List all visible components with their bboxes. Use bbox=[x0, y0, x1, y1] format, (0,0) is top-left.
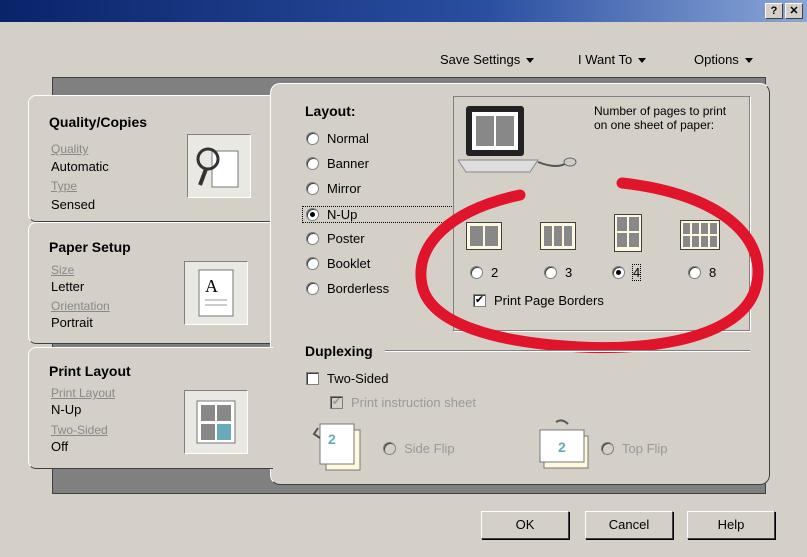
three-up-icon bbox=[540, 222, 576, 250]
ok-button[interactable]: OK bbox=[481, 511, 569, 539]
cancel-button[interactable]: Cancel bbox=[585, 511, 673, 539]
radio-circle[interactable] bbox=[601, 442, 614, 455]
radio-circle[interactable] bbox=[306, 208, 319, 221]
layout-option-poster[interactable]: Poster bbox=[306, 231, 365, 246]
radio-circle[interactable] bbox=[306, 157, 319, 170]
radio-circle[interactable] bbox=[306, 282, 319, 295]
layout-option-label: Borderless bbox=[327, 281, 390, 296]
orientation-label: Orientation bbox=[51, 299, 110, 313]
layout-option-label: Booklet bbox=[327, 256, 371, 271]
checkbox-box[interactable]: ✔ bbox=[473, 294, 486, 307]
svg-text:A: A bbox=[205, 276, 218, 296]
title-bar: ? ✕ bbox=[0, 0, 807, 22]
layout-option-mirror[interactable]: Mirror bbox=[306, 181, 361, 196]
radio-circle[interactable] bbox=[383, 442, 396, 455]
i-want-to-label: I Want To bbox=[578, 52, 633, 67]
instruction-sheet-label: Print instruction sheet bbox=[351, 395, 477, 410]
chevron-down-icon bbox=[744, 58, 753, 64]
print-borders-label: Print Page Borders bbox=[494, 293, 604, 308]
layout-option-normal[interactable]: Normal bbox=[306, 131, 369, 146]
nup-option-label: 8 bbox=[709, 265, 717, 280]
save-settings-label: Save Settings bbox=[440, 52, 521, 67]
side-flip-label: Side Flip bbox=[404, 441, 455, 456]
layout-option-booklet[interactable]: Booklet bbox=[306, 256, 370, 271]
radio-circle[interactable] bbox=[306, 132, 319, 145]
nup-option-label: 2 bbox=[491, 265, 499, 280]
chevron-down-icon bbox=[526, 58, 535, 64]
nup-option-4[interactable]: 4 bbox=[612, 264, 642, 281]
two-sided-label: Two-Sided bbox=[51, 423, 108, 437]
size-label: Size bbox=[51, 263, 75, 277]
tab-title: Paper Setup bbox=[49, 239, 131, 255]
save-settings-menu[interactable]: Save Settings bbox=[440, 52, 535, 67]
layout-option-label: Poster bbox=[327, 231, 365, 246]
two-up-icon bbox=[466, 222, 502, 250]
i-want-to-menu[interactable]: I Want To bbox=[578, 52, 647, 67]
type-label: Type bbox=[51, 179, 78, 193]
nup-option-label: 3 bbox=[565, 265, 573, 280]
print-layout-label: Print Layout bbox=[51, 386, 116, 400]
svg-text:2: 2 bbox=[328, 431, 336, 447]
close-icon[interactable]: ✕ bbox=[785, 3, 803, 19]
radio-circle[interactable] bbox=[544, 266, 557, 279]
orientation-value: Portrait bbox=[51, 315, 93, 330]
options-menu[interactable]: Options bbox=[694, 52, 753, 67]
print-borders-checkbox[interactable]: ✔ Print Page Borders bbox=[473, 293, 604, 308]
magnifier-icon bbox=[187, 134, 251, 198]
duplexing-heading: Duplexing bbox=[305, 343, 373, 359]
quality-value: Automatic bbox=[51, 159, 109, 174]
instruction-sheet-checkbox[interactable]: ✔ Print instruction sheet bbox=[330, 395, 476, 410]
tab-paper-setup[interactable]: Paper Setup Size Letter Orientation Port… bbox=[28, 222, 274, 344]
layout-heading: Layout: bbox=[305, 103, 356, 119]
print-layout-value: N-Up bbox=[51, 402, 82, 417]
radio-circle[interactable] bbox=[306, 257, 319, 270]
layout-option-banner[interactable]: Banner bbox=[306, 156, 369, 171]
duplex-divider bbox=[385, 350, 750, 352]
quality-label: Quality bbox=[51, 142, 89, 156]
side-flip-icon: 2 bbox=[312, 418, 372, 474]
eight-up-icon bbox=[680, 220, 720, 250]
help-title-button[interactable]: ? bbox=[765, 3, 783, 19]
layout-option-borderless[interactable]: Borderless bbox=[306, 281, 389, 296]
layout-option-label: Mirror bbox=[327, 181, 361, 196]
document-icon: A bbox=[184, 261, 248, 325]
nup-option-3[interactable]: 3 bbox=[544, 265, 572, 280]
chevron-down-icon bbox=[638, 58, 647, 64]
nup-option-2[interactable]: 2 bbox=[470, 265, 498, 280]
svg-text:2: 2 bbox=[558, 439, 566, 455]
top-flip-radio[interactable]: Top Flip bbox=[601, 441, 668, 456]
nup-layout-icon bbox=[184, 390, 248, 454]
layout-option-label: Normal bbox=[327, 131, 369, 146]
tab-print-layout[interactable]: Print Layout Print Layout N-Up Two-Sided… bbox=[28, 347, 273, 469]
nup-description: Number of pages to print on one sheet of… bbox=[594, 104, 727, 132]
top-flip-icon: 2 bbox=[538, 418, 598, 474]
radio-circle[interactable] bbox=[306, 182, 319, 195]
top-flip-label: Top Flip bbox=[622, 441, 668, 456]
nup-option-8[interactable]: 8 bbox=[688, 265, 716, 280]
four-up-icon bbox=[614, 214, 642, 252]
layout-option-label: Banner bbox=[327, 156, 369, 171]
side-flip-radio[interactable]: Side Flip bbox=[383, 441, 455, 456]
tab-title: Print Layout bbox=[49, 363, 131, 379]
help-button[interactable]: Help bbox=[687, 511, 775, 539]
two-sided-value: Off bbox=[51, 439, 69, 454]
checkbox-box[interactable]: ✔ bbox=[330, 396, 343, 409]
type-value: Sensed bbox=[51, 197, 96, 212]
radio-circle[interactable] bbox=[688, 266, 701, 279]
two-sided-checkbox-label: Two-Sided bbox=[327, 371, 389, 386]
tab-title: Quality/Copies bbox=[49, 114, 148, 130]
tab-quality-copies[interactable]: Quality/Copies Quality Automatic Type Se… bbox=[28, 95, 279, 222]
two-sided-checkbox[interactable]: Two-Sided bbox=[306, 371, 388, 386]
layout-option-label: N-Up bbox=[327, 207, 358, 222]
radio-circle[interactable] bbox=[470, 266, 483, 279]
size-value: Letter bbox=[51, 279, 85, 294]
radio-circle[interactable] bbox=[612, 266, 625, 279]
radio-circle[interactable] bbox=[306, 232, 319, 245]
checkbox-box[interactable] bbox=[306, 372, 319, 385]
nup-option-label: 4 bbox=[631, 264, 642, 281]
options-label: Options bbox=[694, 52, 739, 67]
